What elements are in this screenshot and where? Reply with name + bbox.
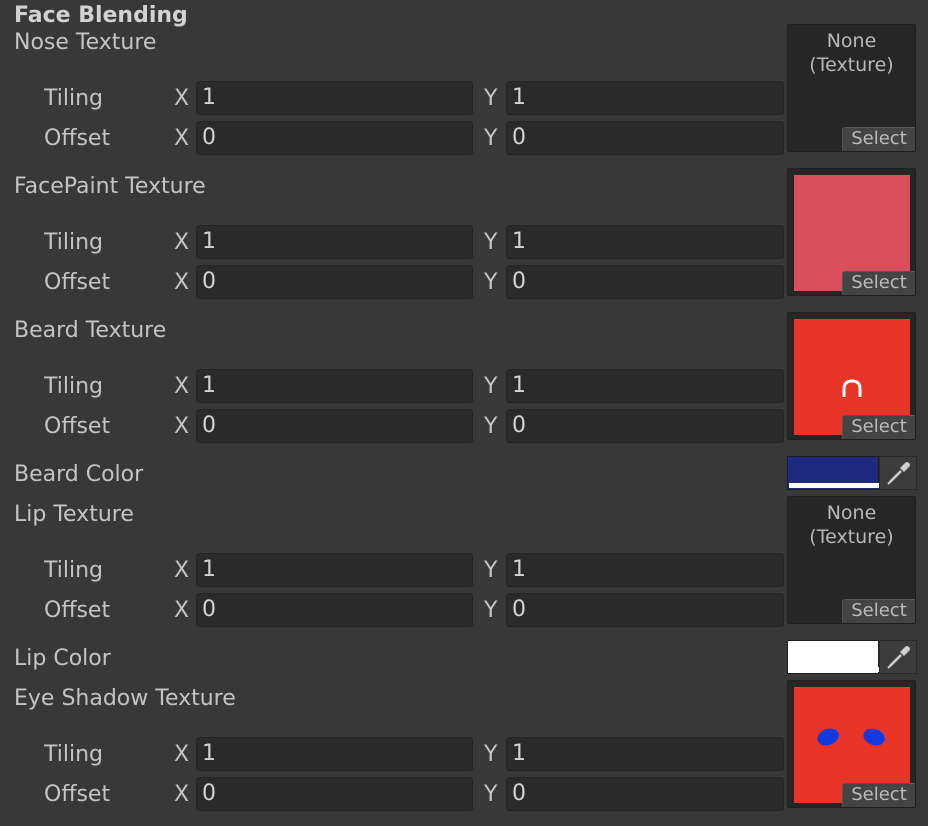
offset-x-axis-label: X xyxy=(174,126,190,151)
nose-texture-slot[interactable]: None (Texture) Select xyxy=(787,24,916,152)
tiling-x-axis-label: X xyxy=(174,742,190,767)
lip-color-field[interactable] xyxy=(787,640,917,674)
lip-tiling-x-field[interactable]: 1 xyxy=(196,553,473,587)
beard-texture-slot[interactable]: Select xyxy=(787,312,916,440)
eyeshadow-select-button[interactable]: Select xyxy=(842,783,915,807)
tiling-y-axis-label: Y xyxy=(484,558,498,583)
lip-select-button[interactable]: Select xyxy=(842,599,915,623)
alpha-bar xyxy=(789,667,879,672)
facepaint-texture-label: FacePaint Texture xyxy=(14,174,206,199)
lip-texture-section: Lip Texture Tiling X 1 Y 1 Offset X 0 Y … xyxy=(0,496,928,642)
none-label: None xyxy=(826,30,877,52)
empty-texture-text: None (Texture) xyxy=(788,501,915,549)
nose-tiling-x-field[interactable]: 1 xyxy=(196,81,473,115)
none-label: None xyxy=(826,502,877,524)
lip-color-swatch[interactable] xyxy=(787,640,879,674)
lip-color-label: Lip Color xyxy=(14,646,111,671)
beard-tiling-y-field[interactable]: 1 xyxy=(506,369,784,403)
empty-texture-text: None (Texture) xyxy=(788,29,915,77)
facepaint-offset-y-field[interactable]: 0 xyxy=(506,265,784,299)
lip-offset-y-field[interactable]: 0 xyxy=(506,593,784,627)
facepaint-offset-x-field[interactable]: 0 xyxy=(196,265,473,299)
tiling-x-axis-label: X xyxy=(174,558,190,583)
none-type-label: (Texture) xyxy=(809,526,894,548)
offset-y-axis-label: Y xyxy=(484,414,498,439)
nose-offset-x-field[interactable]: 0 xyxy=(196,121,473,155)
offset-y-axis-label: Y xyxy=(484,126,498,151)
lip-texture-label: Lip Texture xyxy=(14,502,134,527)
none-type-label: (Texture) xyxy=(809,54,894,76)
offset-label: Offset xyxy=(44,414,111,439)
tiling-x-axis-label: X xyxy=(174,86,190,111)
tiling-label: Tiling xyxy=(44,230,104,255)
offset-label: Offset xyxy=(44,782,111,807)
eyeshadow-offset-y-field[interactable]: 0 xyxy=(506,777,784,811)
nose-tiling-y-field[interactable]: 1 xyxy=(506,81,784,115)
tiling-label: Tiling xyxy=(44,742,104,767)
beard-color-label: Beard Color xyxy=(14,462,144,487)
offset-y-axis-label: Y xyxy=(484,782,498,807)
eyeshadow-texture-slot[interactable]: Select xyxy=(787,680,916,808)
offset-x-axis-label: X xyxy=(174,782,190,807)
tiling-x-axis-label: X xyxy=(174,374,190,399)
beard-texture-label: Beard Texture xyxy=(14,318,167,343)
lip-texture-slot[interactable]: None (Texture) Select xyxy=(787,496,916,624)
offset-x-axis-label: X xyxy=(174,598,190,623)
beard-offset-x-field[interactable]: 0 xyxy=(196,409,473,443)
tiling-label: Tiling xyxy=(44,86,104,111)
eyeshadow-offset-x-field[interactable]: 0 xyxy=(196,777,473,811)
eyeshadow-texture-section: Eye Shadow Texture Tiling X 1 Y 1 Offset… xyxy=(0,680,928,826)
tiling-y-axis-label: Y xyxy=(484,230,498,255)
facepaint-select-button[interactable]: Select xyxy=(842,271,915,295)
facepaint-tiling-y-field[interactable]: 1 xyxy=(506,225,784,259)
alpha-bar xyxy=(789,483,879,488)
eyedropper-icon[interactable] xyxy=(879,640,917,674)
offset-x-axis-label: X xyxy=(174,270,190,295)
offset-label: Offset xyxy=(44,270,111,295)
tiling-y-axis-label: Y xyxy=(484,86,498,111)
tiling-label: Tiling xyxy=(44,374,104,399)
eyeshadow-tiling-x-field[interactable]: 1 xyxy=(196,737,473,771)
nose-offset-y-field[interactable]: 0 xyxy=(506,121,784,155)
beard-select-button[interactable]: Select xyxy=(842,415,915,439)
beard-tiling-x-field[interactable]: 1 xyxy=(196,369,473,403)
beard-color-field[interactable] xyxy=(787,456,917,490)
offset-label: Offset xyxy=(44,598,111,623)
facepaint-texture-slot[interactable]: Select xyxy=(787,168,916,296)
offset-y-axis-label: Y xyxy=(484,598,498,623)
offset-y-axis-label: Y xyxy=(484,270,498,295)
tiling-label: Tiling xyxy=(44,558,104,583)
eyeshadow-texture-label: Eye Shadow Texture xyxy=(14,686,236,711)
offset-label: Offset xyxy=(44,126,111,151)
facepaint-tiling-x-field[interactable]: 1 xyxy=(196,225,473,259)
nose-texture-section: Nose Texture Tiling X 1 Y 1 Offset X 0 Y… xyxy=(0,24,928,170)
lip-tiling-y-field[interactable]: 1 xyxy=(506,553,784,587)
beard-color-swatch[interactable] xyxy=(787,456,879,490)
eyedropper-icon[interactable] xyxy=(879,456,917,490)
beard-texture-section: Beard Texture Tiling X 1 Y 1 Offset X 0 … xyxy=(0,312,928,458)
facepaint-texture-section: FacePaint Texture Tiling X 1 Y 1 Offset … xyxy=(0,168,928,314)
tiling-y-axis-label: Y xyxy=(484,742,498,767)
tiling-y-axis-label: Y xyxy=(484,374,498,399)
offset-x-axis-label: X xyxy=(174,414,190,439)
eyeshadow-tiling-y-field[interactable]: 1 xyxy=(506,737,784,771)
beard-offset-y-field[interactable]: 0 xyxy=(506,409,784,443)
tiling-x-axis-label: X xyxy=(174,230,190,255)
section-header-face-blending: Face Blending xyxy=(14,3,188,28)
lip-offset-x-field[interactable]: 0 xyxy=(196,593,473,627)
nose-texture-label: Nose Texture xyxy=(14,30,157,55)
nose-select-button[interactable]: Select xyxy=(842,127,915,151)
